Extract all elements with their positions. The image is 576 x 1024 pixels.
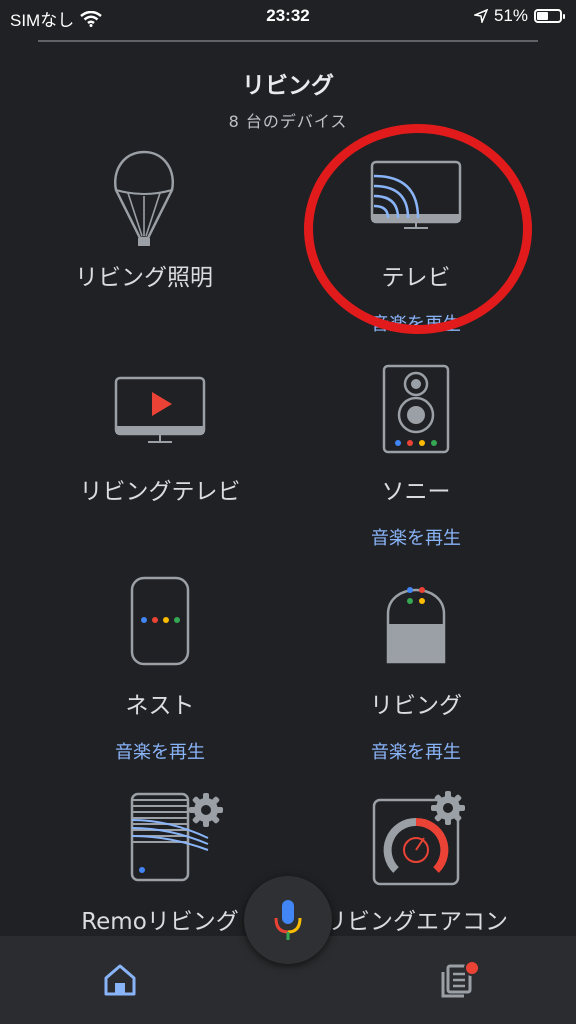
google-home-icon (386, 587, 446, 664)
location-arrow-icon (473, 9, 488, 23)
assistant-mic-button[interactable] (244, 876, 332, 964)
device-tile-sony[interactable]: ソニー 音楽を再生 (272, 360, 560, 574)
nest-speaker-icon (130, 576, 190, 666)
battery-fill (537, 12, 548, 20)
speaker-icon (382, 364, 450, 454)
status-right: 51% (473, 6, 565, 26)
notification-dot (464, 960, 480, 976)
device-tile-nest[interactable]: ネスト 音楽を再生 (16, 574, 304, 788)
play-music-link[interactable]: 音楽を再生 (272, 738, 560, 764)
battery-icon (534, 9, 565, 23)
device-label: リビング (370, 693, 462, 719)
settings-gear-icon (431, 791, 465, 825)
device-label: ネスト (125, 693, 195, 719)
settings-gear-icon (189, 793, 223, 827)
device-label: リビング照明 (75, 265, 213, 291)
device-tile-google-home[interactable]: リビング 音楽を再生 (272, 574, 560, 788)
mic-icon (274, 900, 302, 940)
tv-play-icon (114, 376, 206, 443)
device-label: ソニー (381, 479, 451, 505)
red-highlight-circle (304, 124, 532, 334)
play-music-link[interactable]: 音楽を再生 (16, 738, 304, 764)
room-title: リビング (242, 73, 334, 99)
device-tile-lighting[interactable]: リビング照明 (0, 146, 288, 360)
sheet-divider (38, 40, 538, 42)
device-count: 8 台のデバイス (228, 112, 348, 131)
battery-percent: 51% (493, 6, 528, 25)
lightbulb-icon (113, 150, 175, 246)
home-icon[interactable] (102, 962, 138, 998)
status-bar: SIMなし 23:32 51% (0, 0, 576, 34)
play-music-link[interactable]: 音楽を再生 (272, 524, 560, 550)
device-tile-living-tv[interactable]: リビングテレビ (16, 360, 304, 574)
device-label: リビングテレビ (79, 479, 241, 505)
